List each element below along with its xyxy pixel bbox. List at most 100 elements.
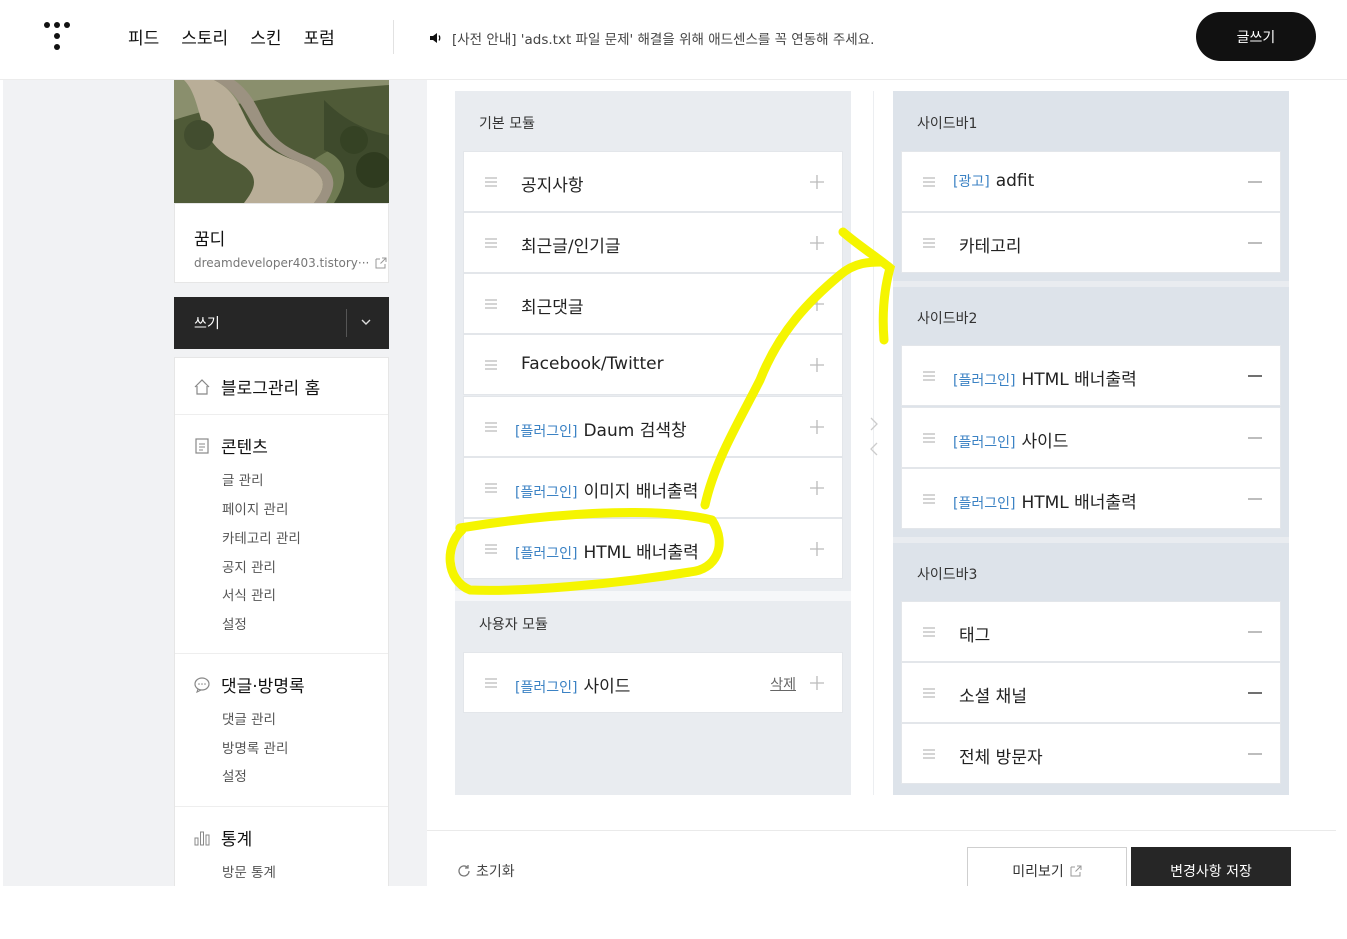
sidebar-item[interactable]: [플러그인] HTML 배너출력 <box>901 468 1281 529</box>
plus-icon[interactable] <box>810 676 824 690</box>
menu-visit-stats[interactable]: 방문 통계 <box>222 861 276 881</box>
menu-stats[interactable]: 통계 <box>193 825 252 850</box>
nav-forum[interactable]: 포럼 <box>303 24 334 49</box>
minus-icon[interactable] <box>1248 747 1262 761</box>
menu-comments-settings[interactable]: 설정 <box>222 765 247 785</box>
menu-contents[interactable]: 콘텐츠 <box>193 433 268 458</box>
write-dropdown-label: 쓰기 <box>194 316 220 332</box>
nav-skin[interactable]: 스킨 <box>250 24 281 49</box>
blog-info-card: 꿈디 dreamdeveloper403.tistory··· <box>174 203 389 283</box>
menu-stats-label: 통계 <box>221 830 253 850</box>
drag-handle-icon[interactable] <box>923 688 935 698</box>
tistory-logo-icon[interactable] <box>44 22 70 52</box>
plus-icon[interactable] <box>810 420 824 434</box>
menu-category-manage[interactable]: 카테고리 관리 <box>222 527 301 547</box>
nav-feed[interactable]: 피드 <box>128 24 159 49</box>
sidebar-slots-panel: 사이드바1 [광고] adfit 카테고리 사이드바2 [플러그인] HTML 배너… <box>893 91 1289 795</box>
top-bar: 피드 스토리 스킨 포럼 [사전 안내] 'ads.txt 파일 문제' 해결을… <box>0 0 1347 80</box>
menu-page-manage[interactable]: 페이지 관리 <box>222 498 288 518</box>
left-sidebar: 꿈디 dreamdeveloper403.tistory··· 쓰기 블로그관리… <box>171 80 389 886</box>
sidebar-item[interactable]: [플러그인] HTML 배너출력 <box>901 345 1281 406</box>
module-item[interactable]: [플러그인] Daum 검색창 <box>463 396 843 457</box>
menu-home-label: 블로그관리 홈 <box>221 379 321 399</box>
drag-handle-icon[interactable] <box>923 177 935 187</box>
editor-footer: 초기화 미리보기 변경사항 저장 <box>427 830 1336 886</box>
module-name: [플러그인] 사이드 <box>515 677 631 697</box>
save-changes-button[interactable]: 변경사항 저장 <box>1131 847 1291 886</box>
notice-text: [사전 안내] 'ads.txt 파일 문제' 해결을 위해 애드센스를 꼭 연… <box>452 32 875 48</box>
sidebar3-label: 사이드바3 <box>917 567 978 583</box>
sidebar-item[interactable]: 소셜 채널 <box>901 662 1281 723</box>
menu-home[interactable]: 블로그관리 홈 <box>193 374 320 399</box>
chevron-left-icon[interactable] <box>868 442 880 456</box>
drag-handle-icon[interactable] <box>923 371 935 381</box>
notice-banner[interactable]: [사전 안내] 'ads.txt 파일 문제' 해결을 위해 애드센스를 꼭 연… <box>428 28 874 48</box>
sidebar-item[interactable]: 태그 <box>901 601 1281 662</box>
module-name: [플러그인] 이미지 배너출력 <box>515 482 699 502</box>
preview-button[interactable]: 미리보기 <box>967 847 1127 886</box>
minus-icon[interactable] <box>1248 431 1262 445</box>
drag-handle-icon[interactable] <box>923 749 935 759</box>
plus-icon[interactable] <box>810 358 824 372</box>
sidebar-item[interactable]: 전체 방문자 <box>901 723 1281 784</box>
plus-icon[interactable] <box>810 236 824 250</box>
menu-comments[interactable]: 댓글·방명록 <box>193 672 305 697</box>
drag-handle-icon[interactable] <box>923 433 935 443</box>
reset-button[interactable]: 초기화 <box>457 861 515 881</box>
sidebar-item[interactable]: [광고] adfit <box>901 151 1281 212</box>
module-name: 공지사항 <box>521 176 584 196</box>
drag-handle-icon[interactable] <box>923 627 935 637</box>
drag-handle-icon[interactable] <box>485 544 497 554</box>
plus-icon[interactable] <box>810 175 824 189</box>
menu-template-manage[interactable]: 서식 관리 <box>222 584 276 604</box>
minus-icon[interactable] <box>1248 492 1262 506</box>
sidebar-item[interactable]: [플러그인] 사이드 <box>901 407 1281 468</box>
drag-handle-icon[interactable] <box>485 483 497 493</box>
module-item[interactable]: 공지사항 <box>463 151 843 212</box>
plus-icon[interactable] <box>810 481 824 495</box>
drag-handle-icon[interactable] <box>923 494 935 504</box>
plus-icon[interactable] <box>810 297 824 311</box>
external-link-icon <box>1070 865 1082 877</box>
module-name: [플러그인] HTML 배너출력 <box>953 370 1137 390</box>
nav-story[interactable]: 스토리 <box>181 24 228 49</box>
chevron-right-icon[interactable] <box>868 417 880 431</box>
module-name: 최근글/인기글 <box>521 237 621 257</box>
minus-icon[interactable] <box>1248 175 1262 189</box>
drag-handle-icon[interactable] <box>485 678 497 688</box>
drag-handle-icon[interactable] <box>485 360 497 370</box>
write-dropdown[interactable]: 쓰기 <box>174 297 389 349</box>
write-post-button[interactable]: 글쓰기 <box>1196 12 1316 61</box>
drag-handle-icon[interactable] <box>485 422 497 432</box>
module-item[interactable]: 최근글/인기글 <box>463 212 843 273</box>
module-item[interactable]: [플러그인] 이미지 배너출력 <box>463 457 843 518</box>
menu-contents-settings[interactable]: 설정 <box>222 613 247 633</box>
menu-comments-label: 댓글·방명록 <box>221 677 305 697</box>
drag-handle-icon[interactable] <box>485 299 497 309</box>
sidebar-item[interactable]: 카테고리 <box>901 212 1281 273</box>
module-item[interactable]: Facebook/Twitter <box>463 334 843 395</box>
chevron-down-icon[interactable] <box>360 316 372 328</box>
user-module-item[interactable]: [플러그인] 사이드 삭제 <box>463 652 843 713</box>
drag-handle-icon[interactable] <box>485 177 497 187</box>
module-name: 태그 <box>959 626 991 646</box>
delete-link[interactable]: 삭제 <box>770 674 796 694</box>
divider <box>393 20 394 54</box>
plus-icon[interactable] <box>810 542 824 556</box>
module-item-html-banner[interactable]: [플러그인] HTML 배너출력 <box>463 518 843 579</box>
menu-notice-manage[interactable]: 공지 관리 <box>222 556 276 576</box>
minus-icon[interactable] <box>1248 369 1262 383</box>
minus-icon[interactable] <box>1248 236 1262 250</box>
module-item[interactable]: 최근댓글 <box>463 273 843 334</box>
admin-menu: 블로그관리 홈 콘텐츠 글 관리 페이지 관리 카테고리 관리 공지 관리 서식… <box>174 357 389 886</box>
blog-url-link[interactable]: dreamdeveloper403.tistory··· <box>194 256 387 270</box>
menu-guestbook-manage[interactable]: 방명록 관리 <box>222 737 288 757</box>
menu-post-manage[interactable]: 글 관리 <box>222 469 264 489</box>
minus-icon[interactable] <box>1248 686 1262 700</box>
drag-handle-icon[interactable] <box>923 238 935 248</box>
menu-contents-section: 콘텐츠 글 관리 페이지 관리 카테고리 관리 공지 관리 서식 관리 설정 <box>175 415 388 654</box>
minus-icon[interactable] <box>1248 625 1262 639</box>
drag-handle-icon[interactable] <box>485 238 497 248</box>
menu-comment-manage[interactable]: 댓글 관리 <box>222 708 276 728</box>
page-bottom <box>0 886 1347 939</box>
